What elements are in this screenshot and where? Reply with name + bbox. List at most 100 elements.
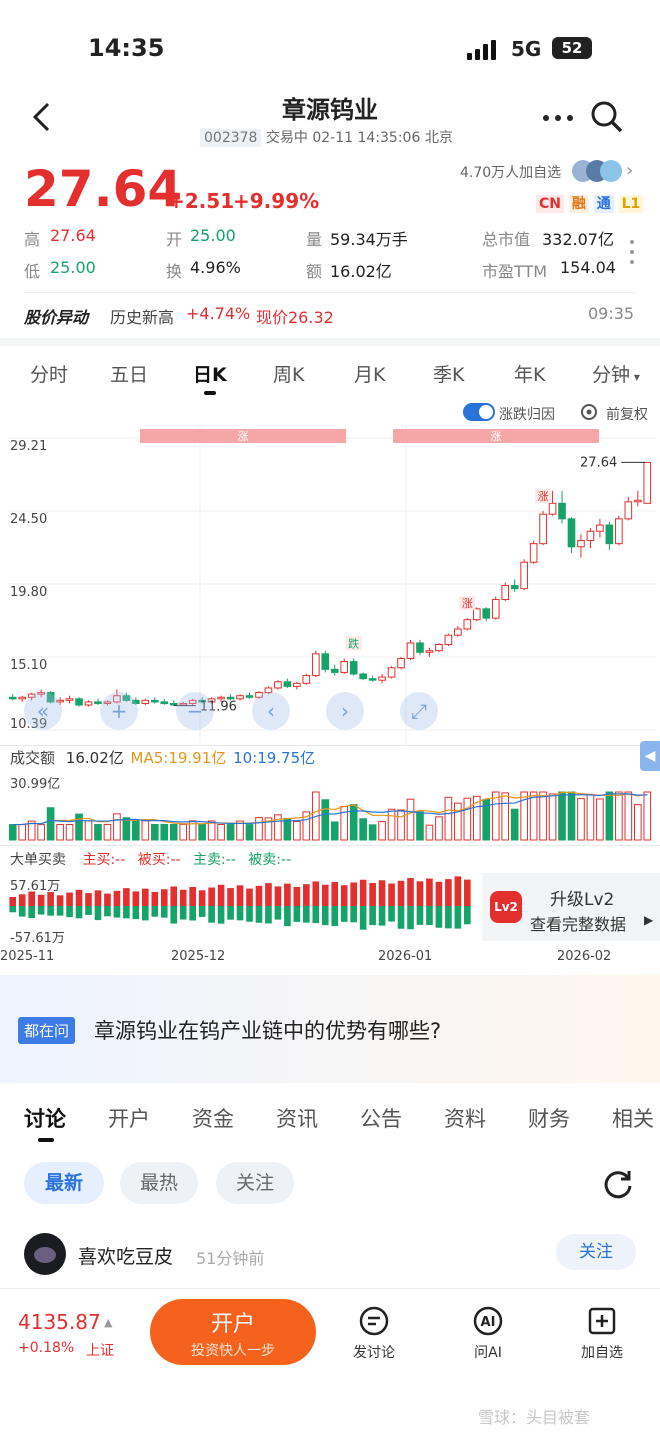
tab-wuri[interactable]: 五日 <box>110 360 148 387</box>
step-right-icon[interactable]: › <box>326 692 364 730</box>
fullscreen-icon[interactable]: ⤢ <box>400 692 438 730</box>
bigorder-buy-bar <box>445 879 452 906</box>
post-username[interactable]: 喜欢吃豆皮 <box>78 1242 173 1269</box>
scroll-left-icon[interactable]: « <box>24 692 62 730</box>
expand-stats-button[interactable] <box>628 238 636 266</box>
bigorder-legend: 大单买卖 主买:-- 被买:-- 主卖:-- 被卖:-- <box>10 849 291 869</box>
stat-label: 总市值 <box>482 230 531 249</box>
post-discussion-button[interactable]: 发讨论 <box>346 1306 402 1362</box>
refresh-button[interactable] <box>602 1168 634 1200</box>
tab-fenshi[interactable]: 分时 <box>30 360 68 387</box>
bigorder-sell-bar <box>28 906 35 919</box>
step-left-icon[interactable]: ‹ <box>252 692 290 730</box>
tab-open-account[interactable]: 开户 <box>108 1103 150 1133</box>
stat-mcap: 332.07亿 <box>542 230 614 249</box>
bigorder-sell-bar <box>255 906 263 923</box>
bigorder-sell-bar <box>217 906 225 924</box>
tab-rik[interactable]: 日K <box>193 360 227 387</box>
candle <box>406 642 415 659</box>
avatar[interactable] <box>24 1233 66 1275</box>
tab-zhouk[interactable]: 周K <box>273 360 304 387</box>
x-axis: 2025-11 2025-12 2026-01 2026-02 <box>0 943 660 967</box>
follow-button[interactable]: 关注 <box>556 1234 636 1270</box>
ask-ai-button[interactable]: AI 问AI <box>460 1306 516 1362</box>
bigorder-buy-bar <box>454 876 462 906</box>
open-account-button[interactable]: 开户 投资快人一步 <box>150 1299 316 1365</box>
action-label: 加自选 <box>581 1345 623 1361</box>
alert-time: 09:35 <box>588 304 635 323</box>
filter-hot[interactable]: 最热 <box>120 1162 198 1204</box>
bigorder-buy-bar <box>18 894 26 906</box>
filter-latest[interactable]: 最新 <box>24 1162 104 1204</box>
price-alert-row[interactable]: 股价异动 历史新高 +4.74% 现价26.32 09:35 <box>24 304 636 328</box>
kline-chart[interactable]: 涨跌归因 前复权 29.21 24.50 19.80 15.10 10.39 涨涨跌涨涨 2… <box>0 395 660 970</box>
ask-banner[interactable]: 都在问 章源钨业在钨产业链中的优势有哪些? <box>0 975 660 1083</box>
candle <box>425 650 434 653</box>
attribution-toggle[interactable] <box>463 403 495 421</box>
bigorder-sell-bar <box>208 906 215 923</box>
badge-l1: L1 <box>618 195 644 213</box>
price-change: +2.51 <box>168 189 235 213</box>
candle <box>321 653 330 670</box>
open-account-label: 开户 <box>210 1312 255 1337</box>
index-ticker[interactable]: 4135.87 ▲ +0.18% 上证 <box>18 1310 128 1362</box>
tab-news[interactable]: 资讯 <box>276 1103 318 1133</box>
event-marker: 涨 <box>462 597 473 610</box>
quote-stats: 高 27.64 开 25.00 量 59.34万手 总市值 332.07亿 低 … <box>24 226 636 286</box>
more-button[interactable] <box>542 108 574 128</box>
tab-jik[interactable]: 季K <box>433 360 464 387</box>
volume-bar <box>103 823 112 841</box>
tab-yuek[interactable]: 月K <box>354 360 385 387</box>
side-collapse-button[interactable]: ◀ <box>640 741 660 771</box>
volume-bar <box>444 796 453 841</box>
x-tick: 2025-11 <box>0 949 55 964</box>
bigorder-plot <box>9 876 471 930</box>
stat-volume: 59.34万手 <box>330 230 408 249</box>
ask-badge: 都在问 <box>18 1017 76 1044</box>
signal-icon <box>467 40 499 60</box>
tab-finance[interactable]: 财务 <box>528 1103 570 1133</box>
stat-low: 25.00 <box>50 258 96 277</box>
tab-funds[interactable]: 资金 <box>192 1103 234 1133</box>
candle <box>236 695 244 700</box>
divider <box>0 845 660 846</box>
stat-label: 高 <box>24 230 41 249</box>
followers-row[interactable]: 4.70万人加自选 › <box>460 160 640 184</box>
tab-announcements[interactable]: 公告 <box>360 1103 402 1133</box>
zoom-in-icon[interactable]: + <box>100 692 138 730</box>
y-tick-label: 24.50 <box>10 512 47 527</box>
filter-following[interactable]: 关注 <box>216 1162 294 1204</box>
volume-bar <box>160 823 169 841</box>
adjust-button[interactable]: 前复权 <box>580 402 652 423</box>
bigorder-sell-bar <box>198 906 206 917</box>
bigorder-buy-bar <box>94 890 102 906</box>
caret-right-icon: ▶ <box>644 913 654 927</box>
zoom-out-icon[interactable]: − <box>176 692 214 730</box>
candle <box>529 543 538 563</box>
volume-bar <box>84 820 93 841</box>
volume-bar <box>65 823 74 841</box>
volume-bar <box>359 818 367 841</box>
tab-niank[interactable]: 年K <box>514 360 545 387</box>
search-button[interactable] <box>590 100 624 134</box>
stat-amount: 16.02亿 <box>330 262 392 281</box>
upgrade-lv2-card[interactable]: Lv2 升级Lv2 查看完整数据 ▶ <box>482 873 660 941</box>
candle <box>349 661 358 675</box>
volume-bar <box>330 821 339 841</box>
bigorder-sell-bar <box>246 906 253 922</box>
tab-profile[interactable]: 资料 <box>444 1103 486 1133</box>
candle <box>605 524 614 545</box>
followers-count: 4.70万人加自选 <box>460 165 562 181</box>
bigorder-buy-bar <box>369 883 376 906</box>
tab-discuss[interactable]: 讨论 <box>24 1103 66 1133</box>
tab-related[interactable]: 相关 <box>612 1103 660 1133</box>
alert-price: 现价26.32 <box>256 308 334 327</box>
action-label: 问AI <box>474 1345 502 1361</box>
volume-bar <box>463 797 472 841</box>
volume-bar <box>94 823 102 841</box>
add-watchlist-button[interactable]: 加自选 <box>574 1306 630 1362</box>
tab-fenzhong[interactable]: 分钟 ▾ <box>592 360 640 387</box>
status-time: 14:35 <box>88 34 165 62</box>
bigorder-buy-bar <box>104 893 111 906</box>
volume-bar <box>558 791 566 841</box>
